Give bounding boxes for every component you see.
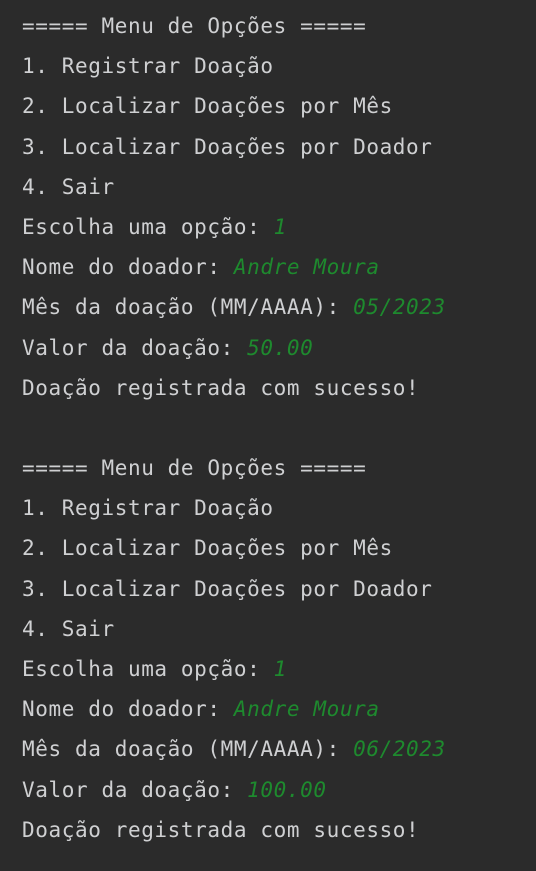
console-text: 2. Localizar Doações por Mês — [22, 536, 393, 561]
menu-option-find-by-donor: 3. Localizar Doações por Doador — [22, 127, 536, 167]
option-prompt: Escolha uma opção: 1 — [22, 649, 536, 689]
console-text: Doação registrada com sucesso! — [22, 817, 420, 842]
user-input: Andre Moura — [233, 255, 380, 280]
console-text: ===== Menu de Opções ===== — [22, 456, 367, 481]
console-text: 3. Localizar Doações por Doador — [22, 576, 433, 601]
console-text: 3. Localizar Doações por Doador — [22, 134, 433, 159]
menu-header: ===== Menu de Opções ===== — [22, 6, 536, 46]
user-input: 06/2023 — [353, 737, 446, 762]
menu-option-exit: 4. Sair — [22, 609, 536, 649]
console-text: 2. Localizar Doações por Mês — [22, 94, 393, 119]
donation-month-prompt: Mês da doação (MM/AAAA): 06/2023 — [22, 729, 536, 769]
prompt-label: Valor da doação: — [22, 777, 248, 802]
success-message: Doação registrada com sucesso! — [22, 368, 536, 408]
menu-option-exit: 4. Sair — [22, 167, 536, 207]
user-input: 1 — [273, 657, 287, 681]
menu-option-register: 1. Registrar Doação — [22, 488, 536, 528]
prompt-label: Mês da doação (MM/AAAA): — [22, 737, 354, 762]
success-message: Doação registrada com sucesso! — [22, 810, 536, 850]
user-input: 50.00 — [247, 335, 314, 360]
prompt-label: Nome do doador: — [22, 255, 234, 280]
menu-option-register: 1. Registrar Doação — [22, 46, 536, 86]
console-text: ===== Menu de Opções ===== — [22, 14, 367, 38]
user-input: 100.00 — [247, 777, 327, 802]
console-text: 4. Sair — [22, 174, 115, 199]
console-text: 1. Registrar Doação — [22, 54, 274, 79]
prompt-label: Mês da doação (MM/AAAA): — [22, 295, 354, 320]
donation-value-prompt: Valor da doação: 50.00 — [22, 328, 536, 368]
menu-header: ===== Menu de Opções ===== — [22, 448, 536, 488]
console-text: 4. Sair — [22, 616, 115, 641]
menu-option-find-by-month: 2. Localizar Doações por Mês — [22, 528, 536, 568]
donation-month-prompt: Mês da doação (MM/AAAA): 05/2023 — [22, 287, 536, 327]
menu-option-find-by-donor: 3. Localizar Doações por Doador — [22, 569, 536, 609]
user-input: 05/2023 — [353, 295, 446, 320]
user-input: Andre Moura — [233, 697, 380, 722]
menu-option-find-by-month: 2. Localizar Doações por Mês — [22, 86, 536, 126]
prompt-label: Valor da doação: — [22, 335, 248, 360]
donation-value-prompt: Valor da doação: 100.00 — [22, 770, 536, 810]
console-output: ===== Menu de Opções ===== 1. Registrar … — [0, 0, 536, 871]
prompt-label: Escolha uma opção: — [22, 214, 274, 239]
donor-name-prompt: Nome do doador: Andre Moura — [22, 247, 536, 287]
prompt-label: Nome do doador: — [22, 697, 234, 722]
option-prompt: Escolha uma opção: 1 — [22, 207, 536, 247]
console-text: Doação registrada com sucesso! — [22, 375, 420, 400]
donor-name-prompt: Nome do doador: Andre Moura — [22, 689, 536, 729]
prompt-label: Escolha uma opção: — [22, 657, 274, 681]
user-input: 1 — [273, 214, 287, 239]
console-text: 1. Registrar Doação — [22, 496, 274, 521]
